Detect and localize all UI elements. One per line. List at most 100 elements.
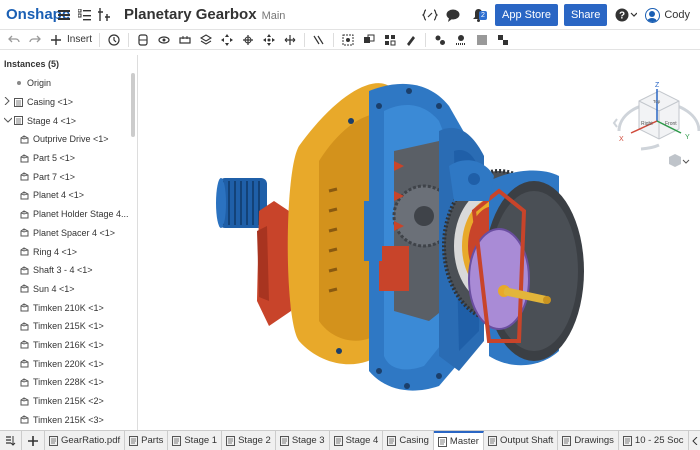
help-icon[interactable]: ? [615,7,638,23]
tree-item[interactable]: Timken 216K <1> [0,336,137,355]
pin-slot-mate-icon[interactable] [241,33,255,47]
cylindrical-mate-icon[interactable] [220,33,234,47]
branch-name[interactable]: Main [262,10,286,22]
share-button[interactable]: Share [563,4,608,26]
code-icon[interactable] [421,7,439,23]
tab-parts[interactable]: Parts [125,431,169,450]
undo-icon[interactable] [7,33,21,47]
tab-gearratio-pdf[interactable]: GearRatio.pdf [45,431,126,450]
top-bar: Onshape Planetary Gearbox Main 2 App Sto… [0,0,700,30]
notification-badge: 2 [479,11,487,20]
tree-item[interactable]: Planet 4 <1> [0,186,137,205]
tree-item[interactable]: Sun 4 <1> [0,280,137,299]
instances-panel: Instances (5) Origin Casing <1> Stage 4 <1… [0,55,138,430]
tangent-mate-icon[interactable] [312,33,326,47]
part-icon [20,284,29,293]
tab-casing[interactable]: Casing [383,431,434,450]
rack-pinion-icon[interactable] [454,33,468,47]
history-icon[interactable] [107,33,121,47]
part-icon [20,247,29,256]
ball-mate-icon[interactable] [262,33,276,47]
feature-list-icon[interactable] [76,7,92,23]
tab-manager-icon[interactable] [0,431,22,450]
tree-item-label: Planet 4 <1> [33,190,85,201]
subassembly-icon [14,97,23,107]
tree-item[interactable]: Planet Spacer 4 <1> [0,224,137,243]
assembly-icon [437,436,447,447]
tree-item[interactable]: Timken 228K <1> [0,373,137,392]
tree-item-label: Casing <1> [27,97,74,108]
screw-relation-icon[interactable] [475,33,489,47]
tab-label: Stage 3 [291,435,325,446]
tab-stage-4[interactable]: Stage 4 [330,431,384,450]
comments-icon[interactable] [445,7,461,23]
tab-10-25-soc[interactable]: 10 - 25 Soc [619,431,689,450]
part-icon [20,228,29,237]
tab-stage-3[interactable]: Stage 3 [276,431,330,450]
red-end-housing[interactable] [257,201,291,326]
menu-icon[interactable] [56,7,72,23]
gearbox-model[interactable]: Z X Y Top Right Front [139,51,700,430]
tree-item-label: Timken 220K <1> [33,358,104,369]
part-studio-icon [487,435,497,446]
tree-item[interactable]: Ring 4 <1> [0,242,137,261]
tree-item[interactable]: Timken 220K <1> [0,354,137,373]
fastened-mate-icon[interactable] [136,33,150,47]
pdf-file-icon [49,435,58,446]
redo-icon[interactable] [28,33,42,47]
tab-master[interactable]: Master [433,431,484,450]
tree-item[interactable]: Planet Holder Stage 4... [0,205,137,224]
toolbar-divider [128,32,130,47]
notifications-icon[interactable]: 2 [467,7,489,23]
collapse-caret-icon[interactable] [3,116,13,125]
onshape-logo[interactable]: Onshape [0,6,70,23]
tree-item[interactable]: Casing <1> [0,93,137,112]
user-name[interactable]: Cody [664,9,690,21]
document-title[interactable]: Planetary Gearbox [124,6,257,23]
tree-item[interactable]: Shaft 3 - 4 <1> [0,261,137,280]
graphics-viewport[interactable]: Z X Y Top Right Front [139,51,700,430]
tab-label: Drawings [574,435,614,446]
tree-item[interactable]: Origin [0,74,137,93]
tab-stage-2[interactable]: Stage 2 [222,431,276,450]
tree-item-label: Timken 228K <1> [33,377,104,388]
part-icon [20,191,29,200]
revolute-mate-icon[interactable] [157,33,171,47]
insert-feature-icon[interactable] [96,7,112,23]
tree-item[interactable]: Stage 4 <1> [0,111,137,130]
mate-connector-icon[interactable] [341,33,355,47]
add-tab-icon[interactable] [22,431,45,450]
tree-item-label: Timken 215K <2> [33,396,104,407]
tree-item[interactable]: Part 5 <1> [0,149,137,168]
expand-caret-icon[interactable] [4,96,10,107]
tab-drawings[interactable]: Drawings [558,431,619,450]
tab-scroll-left-icon[interactable] [689,431,700,450]
slider-mate-icon[interactable] [178,33,192,47]
planar-mate-icon[interactable] [199,33,213,47]
gear-relation-icon[interactable] [433,33,447,47]
tab-label: 10 - 25 Soc [634,435,684,446]
user-avatar[interactable] [645,7,661,23]
tab-stage-1[interactable]: Stage 1 [168,431,223,450]
parallel-mate-icon[interactable] [283,33,297,47]
insert-icon[interactable] [49,33,63,47]
part-icon [20,396,29,406]
tree-item[interactable]: Part 7 <1> [0,167,137,186]
view-cube-menu-icon[interactable] [669,154,690,167]
tree-item[interactable]: Timken 210K <1> [0,298,137,317]
group-icon[interactable] [362,33,376,47]
tree-item[interactable]: Outprive Drive <1> [0,130,137,149]
insert-button[interactable]: Insert [67,34,92,45]
blue-top-lug[interactable] [449,160,494,201]
tree-item[interactable]: Timken 215K <3> [0,410,137,429]
replicate-icon[interactable] [383,33,397,47]
app-store-button[interactable]: App Store [495,4,558,26]
tab-output-shaft[interactable]: Output Shaft [484,431,559,450]
view-cube[interactable]: Z X Y Top Right Front [612,82,700,151]
tree-item[interactable]: Timken 215K <1> [0,317,137,336]
pattern-icon[interactable] [404,33,418,47]
tab-label: Stage 4 [345,435,379,446]
tree-item[interactable]: Timken 215K <2> [0,392,137,411]
linear-relation-icon[interactable] [496,33,510,47]
part-icon [20,210,29,219]
